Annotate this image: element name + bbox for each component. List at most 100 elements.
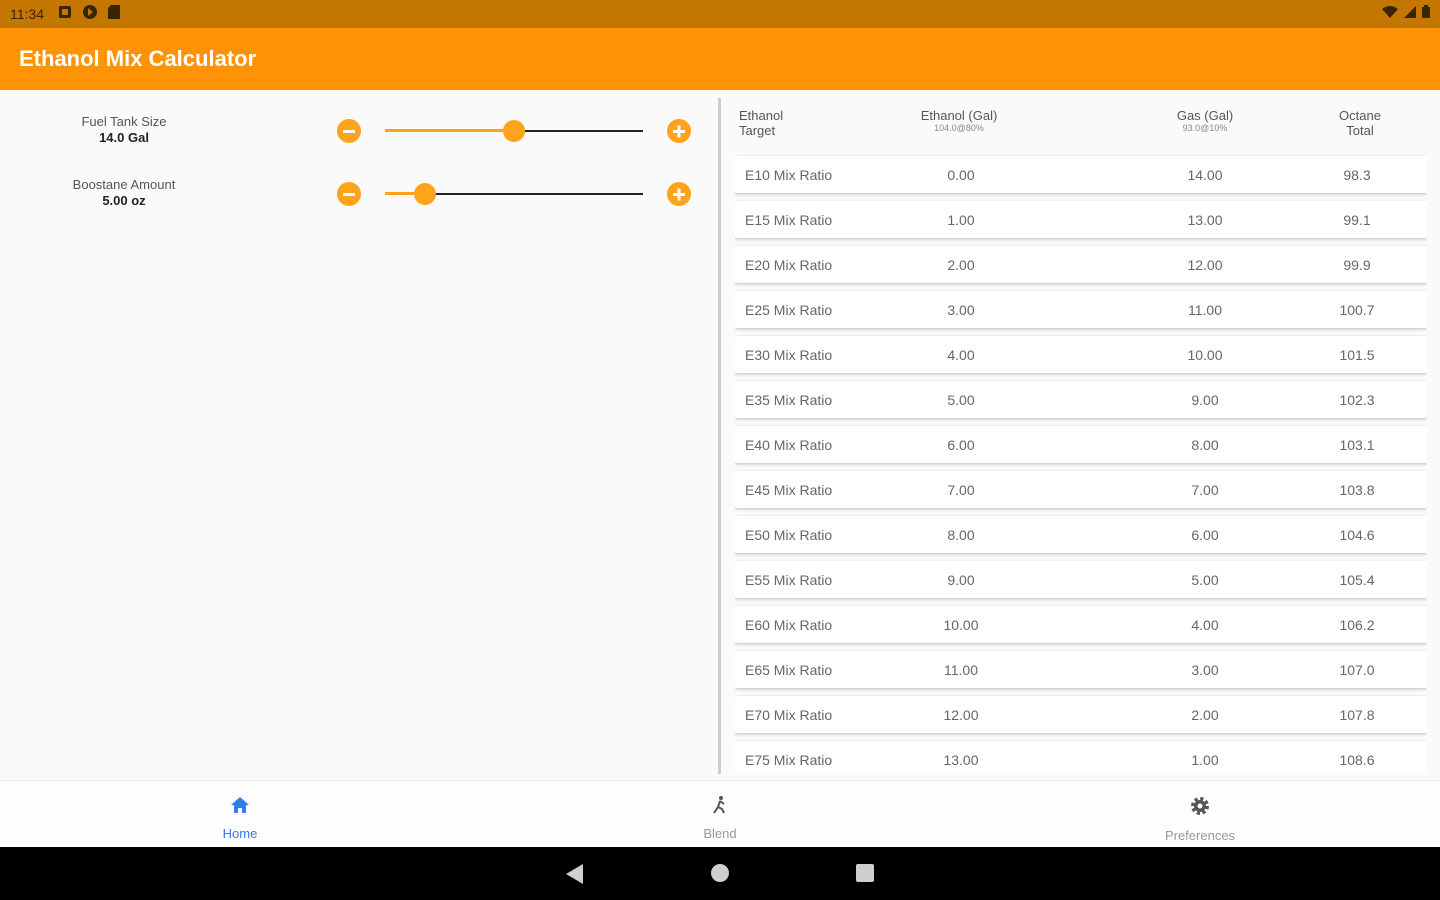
bottom-navigation: Home Blend Preferences [0, 780, 1440, 847]
fuel-tank-size-slider[interactable] [385, 119, 643, 143]
header-line: Total [1346, 123, 1374, 138]
increase-boostane-button[interactable] [667, 182, 691, 206]
table-row: E30 Mix Ratio 4.00 10.00 101.5 [735, 336, 1427, 373]
play-protect-icon [82, 4, 98, 25]
table-header: Ethanol Target Ethanol (Gal) 104.0@80% G… [735, 98, 1427, 156]
cell-ethanol: 10.00 [943, 617, 979, 633]
system-navigation-bar [0, 847, 1440, 900]
table-row: E35 Mix Ratio 5.00 9.00 102.3 [735, 381, 1427, 418]
cell-octane: 103.1 [1339, 437, 1375, 453]
cell-octane: 103.8 [1339, 482, 1375, 498]
cell-target: E60 Mix Ratio [745, 617, 833, 633]
cell-gas: 11.00 [1188, 302, 1222, 318]
cell-target: E45 Mix Ratio [745, 482, 833, 498]
decrease-tank-size-button[interactable] [337, 119, 361, 143]
nav-blend[interactable]: Blend [650, 795, 790, 841]
table-row: E50 Mix Ratio 8.00 6.00 104.6 [735, 516, 1427, 553]
cell-target: E55 Mix Ratio [745, 572, 833, 588]
nav-label: Blend [703, 826, 737, 841]
cell-target: E65 Mix Ratio [745, 662, 833, 678]
increase-tank-size-button[interactable] [667, 119, 691, 143]
cell-ethanol: 2.00 [947, 257, 975, 273]
nav-label: Home [222, 826, 258, 841]
nav-home[interactable]: Home [170, 795, 310, 841]
table-row: E40 Mix Ratio 6.00 8.00 103.1 [735, 426, 1427, 463]
cell-octane: 100.7 [1339, 302, 1375, 318]
cell-target: E30 Mix Ratio [745, 347, 833, 363]
home-icon [230, 795, 250, 820]
cell-gas: 5.00 [1191, 572, 1219, 588]
cell-ethanol: 6.00 [947, 437, 975, 453]
mix-ratio-table: Ethanol Target Ethanol (Gal) 104.0@80% G… [735, 98, 1427, 774]
table-row: E20 Mix Ratio 2.00 12.00 99.9 [735, 246, 1427, 283]
cell-octane: 108.6 [1339, 752, 1375, 768]
cell-ethanol: 11.00 [944, 662, 978, 678]
cell-target: E15 Mix Ratio [745, 212, 833, 228]
cell-target: E40 Mix Ratio [745, 437, 833, 453]
cell-ethanol: 8.00 [947, 527, 975, 543]
slider-thumb[interactable] [503, 120, 525, 142]
table-row: E10 Mix Ratio 0.00 14.00 98.3 [735, 156, 1427, 193]
status-bar: 11:34 [0, 0, 1440, 28]
cell-gas: 3.00 [1191, 662, 1219, 678]
cell-ethanol: 1.00 [947, 212, 975, 228]
plus-icon [673, 125, 685, 138]
cell-octane: 107.8 [1339, 707, 1375, 723]
status-time: 11:34 [10, 6, 44, 22]
header-line: Ethanol [739, 108, 784, 123]
cell-target: E50 Mix Ratio [745, 527, 833, 543]
cell-ethanol: 9.00 [947, 572, 975, 588]
cell-gas: 4.00 [1191, 617, 1219, 633]
cell-gas: 14.00 [1187, 167, 1223, 183]
boostane-amount-slider[interactable] [385, 182, 643, 206]
slider-thumb[interactable] [413, 183, 436, 205]
decrease-boostane-button[interactable] [337, 182, 361, 206]
minus-icon [343, 130, 355, 133]
controls-panel: Fuel Tank Size 14.0 Gal Boostane Amount … [0, 90, 718, 780]
cell-gas: 12.00 [1187, 257, 1223, 273]
boostane-amount-control: Boostane Amount 5.00 oz [0, 174, 718, 224]
cell-gas: 1.00 [1191, 752, 1219, 768]
slider-fill [385, 129, 514, 132]
cell-octane: 104.6 [1339, 527, 1375, 543]
cell-octane: 99.1 [1343, 212, 1371, 228]
cell-ethanol: 0.00 [947, 167, 975, 183]
control-value: 5.00 oz [102, 193, 146, 208]
gear-icon [1189, 795, 1211, 822]
control-name: Fuel Tank Size [81, 114, 167, 129]
table-row: E15 Mix Ratio 1.00 13.00 99.1 [735, 201, 1427, 238]
cell-target: E25 Mix Ratio [745, 302, 833, 318]
table-row: E60 Mix Ratio 10.00 4.00 106.2 [735, 606, 1427, 643]
cell-octane: 106.2 [1339, 617, 1375, 633]
header-sub: 93.0@10% [1182, 123, 1228, 133]
cell-octane: 98.3 [1343, 167, 1371, 183]
cell-gas: 13.00 [1187, 212, 1223, 228]
cell-octane: 107.0 [1339, 662, 1375, 678]
notification-square-icon [58, 5, 72, 24]
minus-icon [343, 193, 355, 196]
cell-ethanol: 13.00 [943, 752, 979, 768]
cell-ethanol: 7.00 [947, 482, 975, 498]
back-icon[interactable] [566, 864, 584, 889]
cell-gas: 9.00 [1191, 392, 1219, 408]
home-circle-icon[interactable] [711, 864, 729, 887]
cell-target: E70 Mix Ratio [745, 707, 833, 723]
app-bar: Ethanol Mix Calculator [0, 28, 1440, 90]
cell-octane: 99.9 [1343, 257, 1371, 273]
nav-preferences[interactable]: Preferences [1130, 795, 1270, 843]
cell-target: E75 Mix Ratio [745, 752, 833, 768]
cell-gas: 6.00 [1191, 527, 1219, 543]
sd-card-icon [108, 4, 120, 24]
cell-octane: 101.5 [1339, 347, 1375, 363]
table-row: E45 Mix Ratio 7.00 7.00 103.8 [735, 471, 1427, 508]
header-gas-gal: Gas (Gal) 93.0@10% [1145, 108, 1265, 133]
cell-target: E20 Mix Ratio [745, 257, 833, 273]
boostane-amount-label: Boostane Amount 5.00 oz [40, 177, 208, 208]
recents-icon[interactable] [856, 864, 874, 887]
control-name: Boostane Amount [72, 177, 176, 192]
cell-ethanol: 3.00 [947, 302, 975, 318]
nav-label: Preferences [1164, 828, 1236, 843]
header-line: Target [739, 123, 776, 138]
signal-icon [1404, 5, 1416, 23]
header-sub: 104.0@80% [934, 123, 984, 133]
